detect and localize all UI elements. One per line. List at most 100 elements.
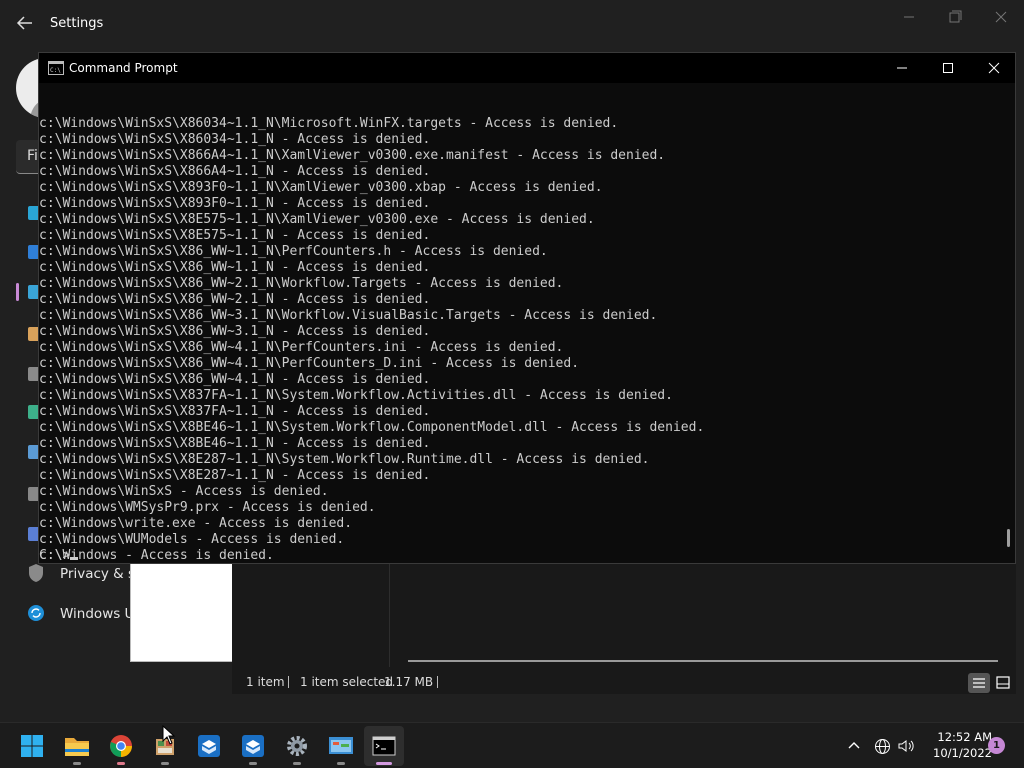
chrome-icon bbox=[110, 735, 132, 757]
taskbar-file-explorer[interactable] bbox=[57, 726, 97, 766]
speaker-icon bbox=[898, 740, 914, 752]
console-line: c:\Windows\WinSxS\X86_WW~3.1_N - Access … bbox=[39, 324, 431, 339]
console-output[interactable]: c:\Windows\WinSxS\X86034~1.1_N\Microsoft… bbox=[39, 84, 1005, 562]
notification-badge[interactable]: 1 bbox=[988, 737, 1005, 754]
settings-title: Settings bbox=[50, 16, 104, 31]
item-count: 1 item bbox=[246, 675, 285, 689]
command-prompt-window[interactable]: C:\ Command Prompt c:\Windows\WinSxS\X86… bbox=[38, 52, 1016, 564]
console-line: c:\Windows\WinSxS\X8E287~1.1_N - Access … bbox=[39, 468, 431, 483]
taskbar-command-prompt[interactable] bbox=[364, 726, 404, 766]
console-line: c:\Windows\WinSxS\X866A4~1.1_N\XamlViewe… bbox=[39, 148, 666, 163]
taskbar-app-6[interactable] bbox=[233, 726, 273, 766]
console-line: c:\Windows\WUModels - Access is denied. bbox=[39, 532, 345, 547]
console-line: c:\Windows\WinSxS\X86_WW~2.1_N\Workflow.… bbox=[39, 276, 564, 291]
selection-count: 1 item selected bbox=[300, 675, 394, 689]
status-bar: 1 item 1 item selected 1.17 MB bbox=[232, 669, 1016, 694]
terminal-icon bbox=[372, 736, 396, 756]
nav-item-privacy[interactable]: Privacy & s bbox=[60, 566, 135, 582]
console-line: c:\Windows\WinSxS\X86034~1.1_N - Access … bbox=[39, 132, 431, 147]
console-line: c:\Windows\WinSxS\X866A4~1.1_N - Access … bbox=[39, 164, 431, 179]
mouse-pointer-icon bbox=[162, 725, 176, 745]
maximize-icon bbox=[943, 63, 953, 73]
console-line: c:\Windows\WMSysPr9.prx - Access is deni… bbox=[39, 500, 376, 515]
taskbar-settings[interactable] bbox=[277, 726, 317, 766]
minimize-icon[interactable] bbox=[900, 8, 918, 26]
console-line: c:\Windows\WinSxS\X86_WW~1.1_N - Access … bbox=[39, 260, 431, 275]
cmd-close-button[interactable] bbox=[971, 53, 1017, 83]
cmd-title-bar[interactable]: C:\ Command Prompt bbox=[39, 53, 1015, 83]
active-indicator bbox=[376, 762, 392, 765]
status-divider bbox=[288, 676, 289, 688]
control-panel-icon bbox=[329, 737, 353, 754]
taskbar-control-panel[interactable] bbox=[321, 726, 361, 766]
console-line: c:\Windows\WinSxS\X8BE46~1.1_N\System.Wo… bbox=[39, 420, 705, 435]
clock-time: 12:52 AM bbox=[937, 730, 992, 744]
globe-icon bbox=[874, 738, 890, 754]
sandbox-box-icon bbox=[198, 735, 220, 757]
console-line: c:\Windows\WinSxS\X86_WW~1.1_N\PerfCount… bbox=[39, 244, 548, 259]
console-line: c:\Windows\WinSxS\X837FA~1.1_N\System.Wo… bbox=[39, 388, 673, 403]
horizontal-scrollbar[interactable] bbox=[408, 660, 998, 662]
prompt-text: C:\> bbox=[39, 548, 71, 562]
console-line: c:\Windows\WinSxS\X86_WW~4.1_N\PerfCount… bbox=[39, 340, 564, 355]
vertical-scrollbar-thumb[interactable] bbox=[1007, 529, 1010, 547]
selection-size: 1.17 MB bbox=[384, 675, 434, 689]
console-line: c:\Windows\WinSxS\X893F0~1.1_N - Access … bbox=[39, 196, 431, 211]
close-icon[interactable] bbox=[992, 8, 1010, 26]
show-hidden-icons-button[interactable] bbox=[844, 736, 864, 756]
prompt-line[interactable]: C:\> bbox=[39, 548, 79, 562]
file-explorer-window: 1 item 1 item selected 1.17 MB bbox=[232, 563, 1016, 694]
close-icon bbox=[988, 62, 1000, 74]
taskbar-app-5[interactable] bbox=[189, 726, 229, 766]
console-line: c:\Windows\WinSxS - Access is denied. bbox=[39, 484, 329, 499]
running-indicator bbox=[73, 762, 81, 765]
windows-start-icon bbox=[21, 735, 43, 757]
volume-tray-button[interactable] bbox=[896, 736, 916, 756]
running-indicator bbox=[249, 762, 257, 765]
console-line: c:\Windows\WinSxS\X8E575~1.1_N\XamlViewe… bbox=[39, 212, 595, 227]
chevron-up-icon bbox=[848, 742, 860, 749]
console-line: c:\Windows\WinSxS\X86034~1.1_N\Microsoft… bbox=[39, 116, 619, 131]
clock[interactable]: 12:52 AM 10/1/2022 bbox=[918, 729, 992, 761]
cmd-maximize-button[interactable] bbox=[925, 53, 971, 83]
file-thumbnail[interactable] bbox=[130, 563, 232, 662]
start-button[interactable] bbox=[12, 726, 52, 766]
restore-icon[interactable] bbox=[946, 8, 964, 26]
running-indicator bbox=[337, 762, 345, 765]
console-line: c:\Windows\WinSxS\X893F0~1.1_N\XamlViewe… bbox=[39, 180, 603, 195]
console-lines: c:\Windows\WinSxS\X86034~1.1_N\Microsoft… bbox=[39, 116, 1005, 562]
cmd-title: Command Prompt bbox=[69, 61, 178, 75]
pane-divider[interactable] bbox=[389, 563, 390, 667]
running-indicator bbox=[161, 762, 169, 765]
back-arrow-icon[interactable] bbox=[14, 12, 36, 34]
network-tray-button[interactable] bbox=[872, 736, 892, 756]
windows-update-icon bbox=[28, 605, 44, 621]
text-cursor bbox=[70, 557, 79, 560]
clock-date: 10/1/2022 bbox=[933, 746, 992, 760]
cmd-minimize-button[interactable] bbox=[879, 53, 925, 83]
console-line: c:\Windows\WinSxS\X837FA~1.1_N - Access … bbox=[39, 404, 431, 419]
minimize-icon bbox=[897, 67, 907, 69]
folder-icon bbox=[65, 738, 89, 756]
svg-text:C:\: C:\ bbox=[50, 67, 61, 74]
running-indicator bbox=[117, 762, 125, 765]
console-line: c:\Windows\WinSxS\X86_WW~2.1_N - Access … bbox=[39, 292, 431, 307]
terminal-icon: C:\ bbox=[48, 61, 64, 75]
console-line: c:\Windows\WinSxS\X8E287~1.1_N\System.Wo… bbox=[39, 452, 650, 467]
console-line: c:\Windows\write.exe - Access is denied. bbox=[39, 516, 353, 531]
taskbar: 12:52 AM 10/1/2022 1 bbox=[0, 722, 1024, 768]
console-line: c:\Windows\WinSxS\X86_WW~4.1_N\PerfCount… bbox=[39, 356, 580, 371]
console-line: c:\Windows - Access is denied. bbox=[39, 548, 274, 562]
status-divider bbox=[437, 676, 438, 688]
shield-icon bbox=[29, 564, 43, 582]
sandbox-box-icon bbox=[242, 735, 264, 757]
details-view-button[interactable] bbox=[968, 673, 990, 693]
nav-item-windows-update[interactable]: Windows U bbox=[60, 606, 134, 622]
console-line: c:\Windows\WinSxS\X8BE46~1.1_N - Access … bbox=[39, 436, 431, 451]
nav-selection-indicator bbox=[16, 283, 19, 301]
console-line: c:\Windows\WinSxS\X86_WW~3.1_N\Workflow.… bbox=[39, 308, 658, 323]
running-indicator bbox=[293, 762, 301, 765]
large-icons-view-button[interactable] bbox=[992, 673, 1014, 693]
taskbar-chrome[interactable] bbox=[101, 726, 141, 766]
console-line: c:\Windows\WinSxS\X8E575~1.1_N - Access … bbox=[39, 228, 431, 243]
